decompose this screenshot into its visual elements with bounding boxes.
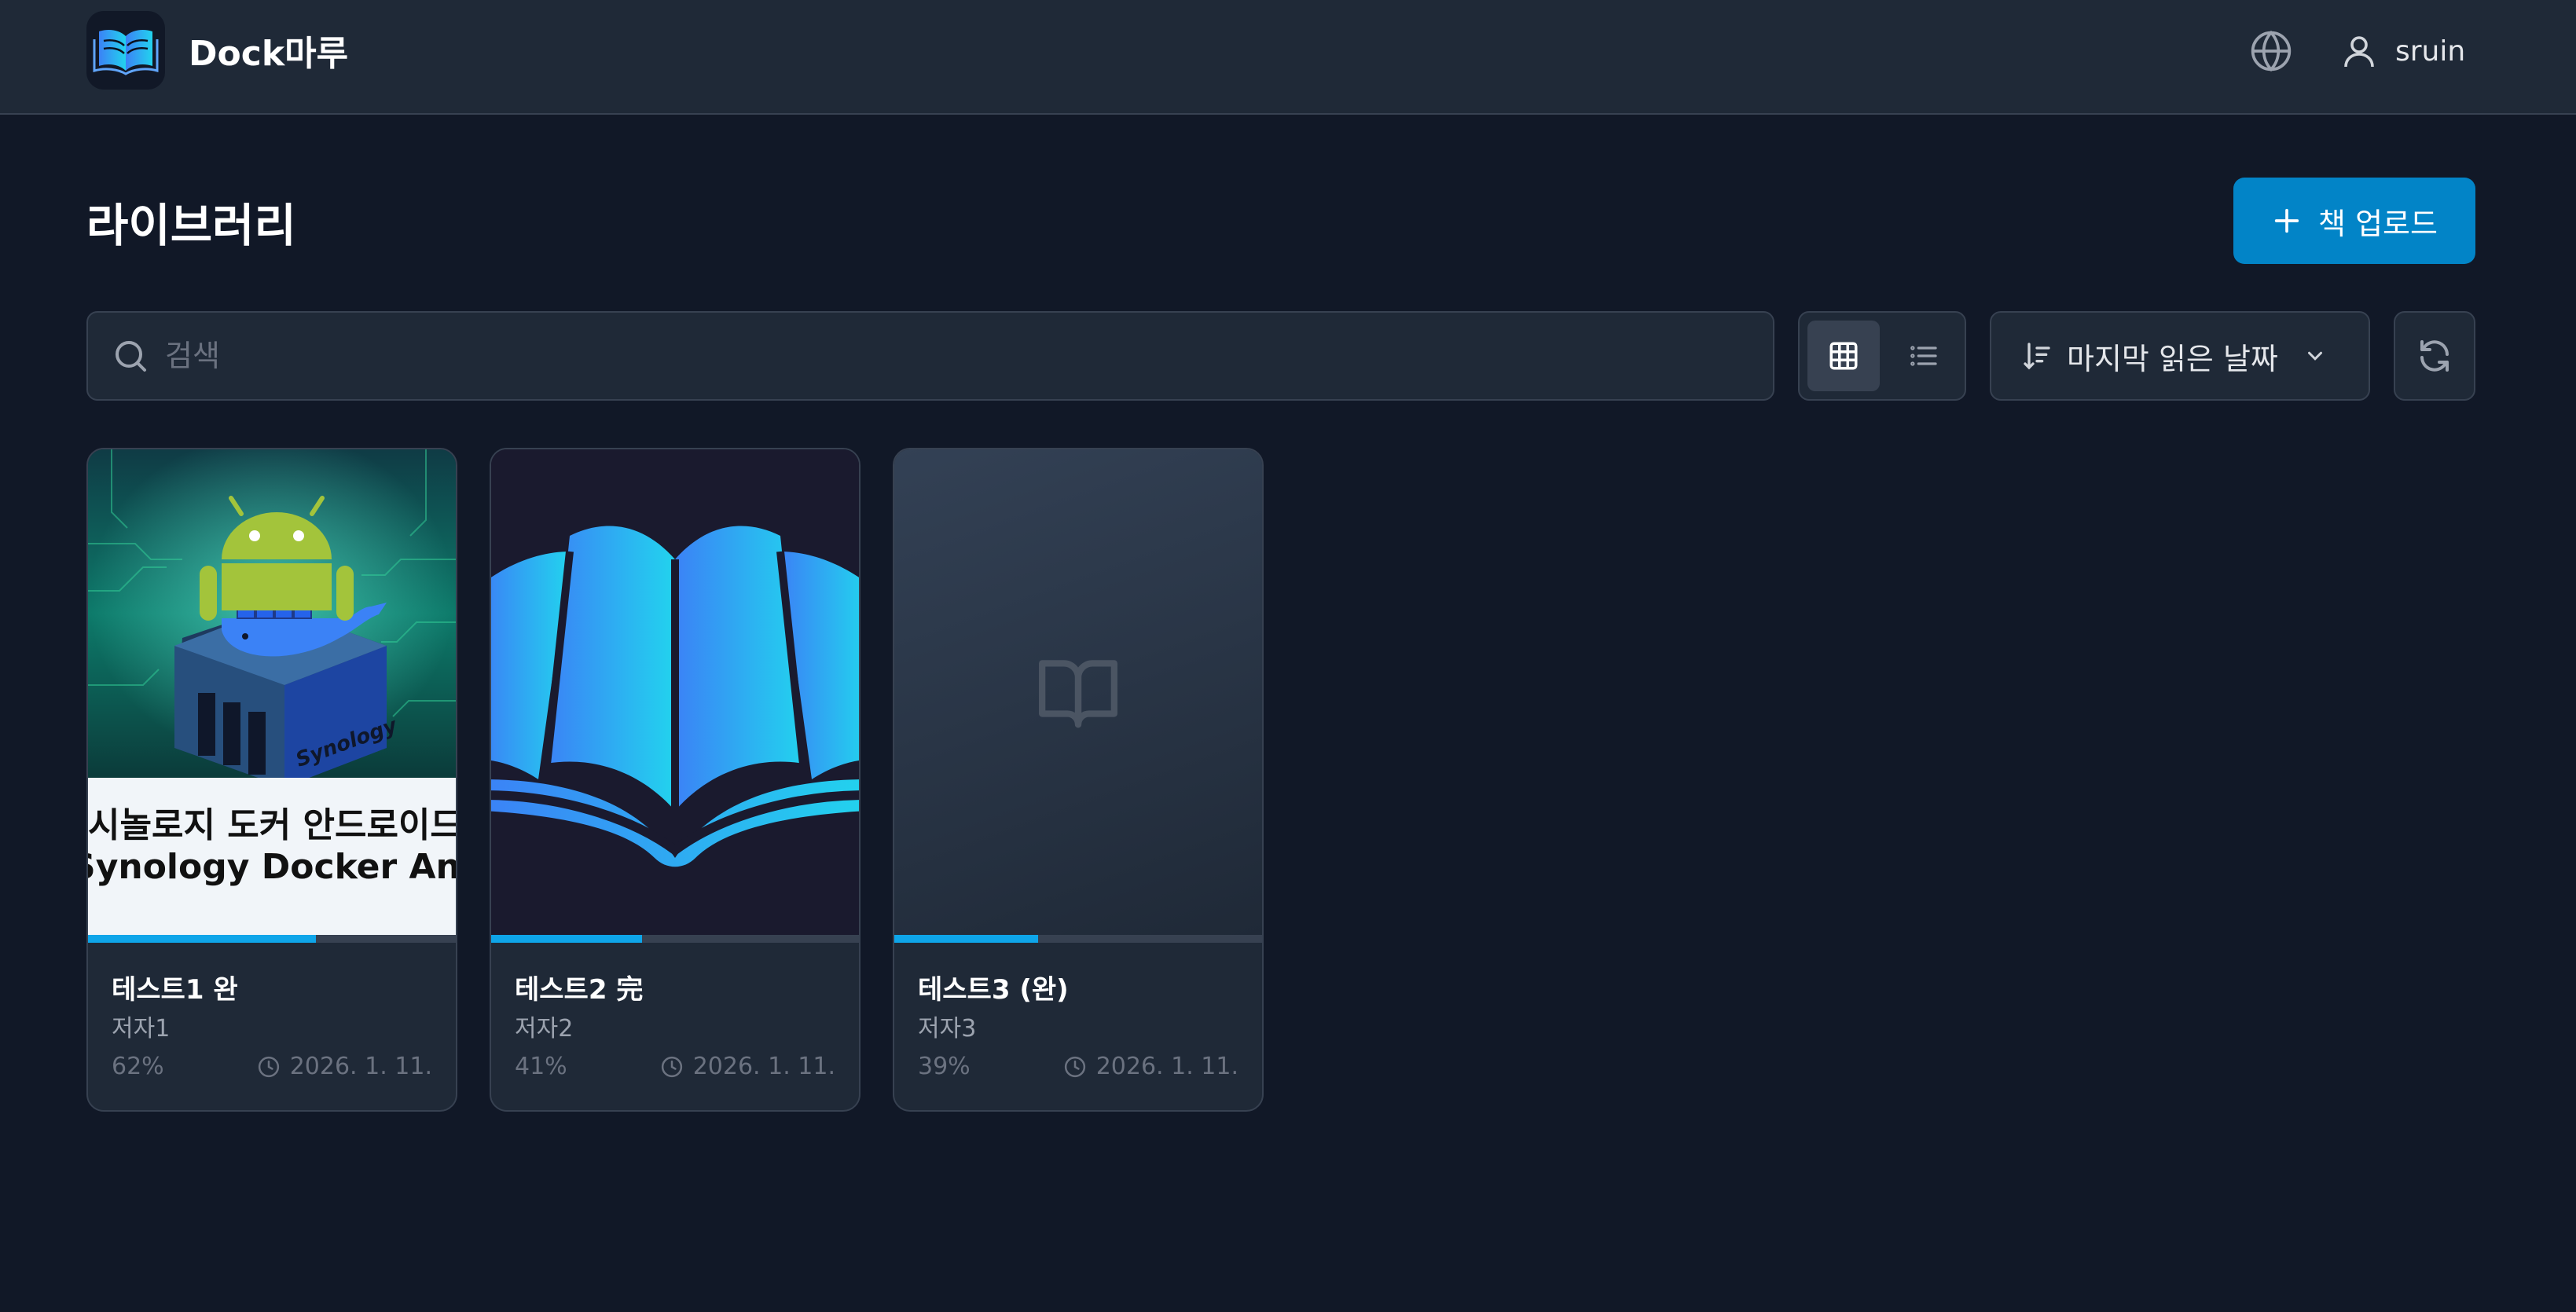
last-read-date-text: 2026. 1. 11. (289, 1053, 432, 1080)
last-read-date: 2026. 1. 11. (660, 1053, 835, 1080)
reading-progress-fill (894, 935, 1038, 943)
sort-descending-icon (2024, 343, 2050, 370)
clock-icon (661, 1056, 682, 1077)
clock-icon (258, 1056, 279, 1077)
book-author: 저자2 (515, 1015, 574, 1043)
page-title: 라이브러리 (86, 199, 296, 252)
language-button[interactable] (2249, 29, 2293, 73)
reading-progress-bar (88, 935, 456, 943)
reading-progress-fill (491, 935, 642, 943)
book-title: 테스트1 완 (112, 974, 238, 1006)
progress-percent: 41% (515, 1053, 567, 1080)
list-icon (1910, 346, 1937, 366)
book-title: 테스트2 完 (515, 974, 644, 1006)
refresh-icon (2420, 340, 2449, 372)
grid-icon (1829, 342, 1858, 370)
search-icon (116, 341, 146, 372)
book-card[interactable]: 테스트2 完 저자2 41% 2026. 1. 11. (490, 448, 861, 1112)
user-icon (2344, 36, 2374, 68)
app-title[interactable]: Dock마루 (189, 25, 348, 75)
reading-progress-fill (88, 935, 317, 943)
cover-title-line1: 시놀로지 도커 안드로이드 (88, 805, 456, 845)
open-book-cover-image (491, 449, 859, 935)
book-author: 저자3 (918, 1015, 977, 1043)
user-menu-button[interactable]: sruin (2340, 24, 2465, 79)
globe-icon (2251, 30, 2292, 72)
last-read-date: 2026. 1. 11. (257, 1053, 432, 1080)
book-open-icon (1039, 660, 1117, 728)
book-card[interactable]: Synology 시놀로지 도커 안드로이드 Synology Docker A… (86, 448, 457, 1112)
upload-book-button[interactable]: 책 업로드 (2233, 178, 2475, 264)
reading-progress-bar (894, 935, 1262, 943)
sort-selected-label: 마지막 읽은 날짜 (2067, 341, 2278, 376)
last-read-date-text: 2026. 1. 11. (692, 1053, 835, 1080)
grid-view-button[interactable] (1807, 321, 1880, 391)
search-input[interactable] (165, 339, 1658, 373)
progress-percent: 62% (112, 1053, 164, 1080)
book-cover-placeholder (894, 449, 1262, 935)
book-title: 테스트3 (완) (918, 974, 1069, 1006)
book-card[interactable]: 테스트3 (완) 저자3 39% 2026. 1. 11. (893, 448, 1264, 1112)
chevron-down-icon (2307, 351, 2322, 361)
reading-progress-bar (491, 935, 859, 943)
view-mode-toggle (1798, 311, 1966, 401)
search-box (86, 311, 1774, 401)
book-author: 저자1 (112, 1015, 171, 1043)
open-book-logo-icon (93, 30, 159, 75)
book-cover (491, 449, 859, 935)
sort-select[interactable]: 마지막 읽은 날짜 (1990, 311, 2370, 401)
cover-title-line2: Synology Docker Android (88, 847, 456, 887)
plus-icon (2274, 208, 2299, 233)
list-view-button[interactable] (1888, 321, 1960, 391)
progress-percent: 39% (918, 1053, 971, 1080)
upload-button-label: 책 업로드 (2318, 206, 2438, 241)
last-read-date: 2026. 1. 11. (1063, 1053, 1238, 1080)
clock-icon (1064, 1056, 1085, 1077)
user-name: sruin (2395, 35, 2466, 68)
top-nav-bar: Dock마루 sruin (0, 0, 2576, 115)
app-logo[interactable] (86, 11, 165, 90)
last-read-date-text: 2026. 1. 11. (1095, 1053, 1238, 1080)
refresh-button[interactable] (2394, 311, 2475, 401)
book-cover: Synology 시놀로지 도커 안드로이드 Synology Docker A… (88, 449, 456, 935)
